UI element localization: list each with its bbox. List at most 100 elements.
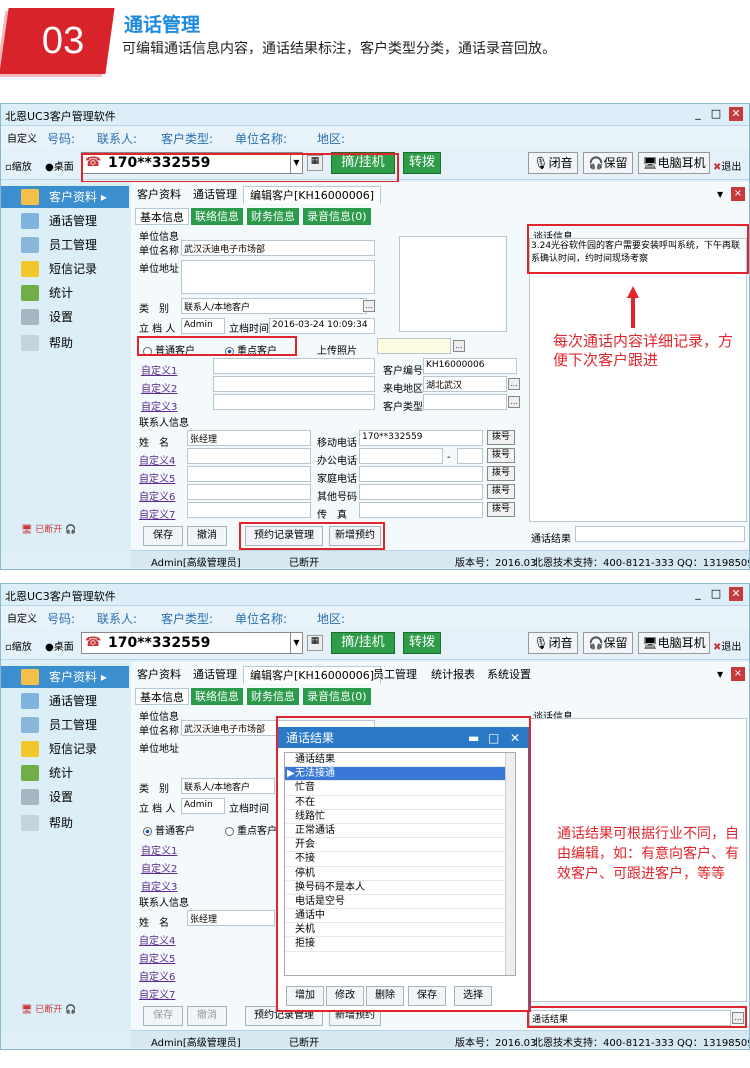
tab-reports[interactable]: 统计报表 — [425, 666, 481, 684]
tab-customers[interactable]: 客户资料 — [131, 666, 187, 684]
custom3-link[interactable]: 自定义3 — [141, 878, 177, 893]
transfer-button[interactable]: 转拨 — [403, 632, 441, 654]
custom4-link[interactable]: 自定义4 — [139, 932, 175, 947]
call-result-field[interactable] — [575, 526, 745, 542]
custom3-field[interactable] — [213, 394, 375, 410]
tab-edit-customer[interactable]: 编辑客户[KH16000006] — [243, 186, 382, 204]
sidebar-item-settings[interactable]: 设置 — [1, 786, 129, 808]
subtab-basic[interactable]: 基本信息 — [135, 208, 189, 225]
subtab-recording[interactable]: 录音信息(0) — [303, 208, 371, 225]
tab-system-settings[interactable]: 系统设置 — [481, 666, 537, 684]
custom6-field[interactable] — [187, 484, 311, 500]
filter-customer-type[interactable]: 客户类型: — [161, 130, 213, 147]
custom-filter-label[interactable]: 自定义 — [7, 130, 37, 145]
close-icon[interactable]: ✕ — [729, 107, 743, 121]
area-field[interactable]: 湖北武汉 — [423, 376, 507, 392]
sidebar-item-staff[interactable]: 员工管理 — [1, 234, 129, 256]
custom6-link[interactable]: 自定义6 — [139, 968, 175, 983]
radio-key-customer[interactable]: 重点客户 — [225, 822, 277, 837]
more-icon[interactable]: … — [508, 378, 520, 390]
tab-edit-customer[interactable]: 编辑客户[KH16000006] — [243, 666, 382, 684]
sidebar-item-help[interactable]: 帮助 — [1, 812, 129, 834]
browse-icon[interactable]: … — [453, 340, 465, 352]
desktop-toggle[interactable]: ●桌面 — [45, 638, 74, 653]
shrink-toggle[interactable]: ▫缩放 — [5, 638, 32, 653]
sidebar-item-calls[interactable]: 通话管理 — [1, 210, 129, 232]
tab-calls[interactable]: 通话管理 — [187, 666, 243, 684]
filter-number[interactable]: 号码: — [47, 130, 75, 147]
filter-area[interactable]: 地区: — [317, 610, 345, 627]
chevron-down-icon[interactable]: ▼ — [290, 633, 302, 653]
unit-address-field[interactable] — [181, 260, 375, 294]
maximize-icon[interactable]: □ — [709, 587, 723, 601]
custom7-field[interactable] — [187, 502, 311, 518]
cust-type-field[interactable] — [423, 394, 507, 410]
subtab-contact[interactable]: 联络信息 — [191, 208, 243, 225]
sidebar-item-customers[interactable]: 客户资料 ▸ — [1, 186, 129, 208]
mute-button[interactable]: 🎙闭音 — [528, 632, 578, 654]
subtab-recording[interactable]: 录音信息(0) — [303, 688, 371, 705]
exit-button[interactable]: ✖退出 — [713, 158, 741, 173]
category-field[interactable]: 联系人/本地客户 — [181, 298, 367, 314]
custom1-field[interactable] — [213, 358, 375, 374]
shrink-toggle[interactable]: ▫缩放 — [5, 158, 32, 173]
filter-unit-name[interactable]: 单位名称: — [235, 130, 287, 147]
tab-customers[interactable]: 客户资料 — [131, 186, 187, 204]
custom5-link[interactable]: 自定义5 — [139, 950, 175, 965]
save-button[interactable]: 保存 — [143, 526, 183, 546]
pc-headset-button[interactable]: 🖥电脑耳机 — [638, 632, 710, 654]
pc-headset-button[interactable]: 🖥电脑耳机 — [638, 152, 710, 174]
custom-filter-label[interactable]: 自定义 — [7, 610, 37, 625]
keypad-icon[interactable]: ▦ — [307, 635, 323, 651]
exit-button[interactable]: ✖退出 — [713, 638, 741, 653]
sidebar-item-help[interactable]: 帮助 — [1, 332, 129, 354]
close-tab-icon[interactable]: × — [731, 667, 745, 681]
more-icon[interactable]: … — [508, 396, 520, 408]
home-phone-field[interactable] — [359, 466, 483, 482]
other-number-field[interactable] — [359, 484, 483, 500]
custom1-link[interactable]: 自定义1 — [141, 842, 177, 857]
close-tab-icon[interactable]: × — [731, 187, 745, 201]
transfer-button[interactable]: 转拨 — [403, 152, 441, 174]
filter-number[interactable]: 号码: — [47, 610, 75, 627]
created-time-field[interactable]: 2016-03-24 10:09:34 — [269, 318, 375, 334]
filter-area[interactable]: 地区: — [317, 130, 345, 147]
chevron-down-icon[interactable]: ▼ — [717, 670, 723, 679]
filter-contact[interactable]: 联系人: — [97, 130, 137, 147]
cancel-button[interactable]: 撤消 — [187, 1006, 227, 1026]
custom5-field[interactable] — [187, 466, 311, 482]
subtab-finance[interactable]: 财务信息 — [247, 688, 299, 705]
sidebar-item-stats[interactable]: 统计 — [1, 762, 129, 784]
creator-field[interactable]: Admin — [181, 318, 225, 334]
photo-path-field[interactable] — [377, 338, 451, 354]
cancel-button[interactable]: 撤消 — [187, 526, 227, 546]
filter-contact[interactable]: 联系人: — [97, 610, 137, 627]
custom2-field[interactable] — [213, 376, 375, 392]
radio-normal-customer[interactable]: 普通客户 — [143, 822, 195, 837]
custom7-link[interactable]: 自定义7 — [139, 506, 175, 521]
sidebar-item-stats[interactable]: 统计 — [1, 282, 129, 304]
chevron-down-icon[interactable]: ▼ — [717, 190, 723, 199]
filter-customer-type[interactable]: 客户类型: — [161, 610, 213, 627]
dial-home-button[interactable]: 拨号 — [487, 466, 515, 481]
pickup-hangup-button[interactable]: 摘/挂机 — [331, 632, 395, 654]
minimize-icon[interactable]: _ — [691, 107, 705, 121]
hold-button[interactable]: 🎧保留 — [583, 632, 633, 654]
subtab-finance[interactable]: 财务信息 — [247, 208, 299, 225]
sidebar-item-staff[interactable]: 员工管理 — [1, 714, 129, 736]
fax-field[interactable] — [359, 502, 483, 518]
sidebar-item-sms[interactable]: 短信记录 — [1, 258, 129, 280]
subtab-basic[interactable]: 基本信息 — [135, 688, 189, 705]
custom2-link[interactable]: 自定义2 — [141, 380, 177, 395]
sidebar-item-customers[interactable]: 客户资料 ▸ — [1, 666, 129, 688]
custom3-link[interactable]: 自定义3 — [141, 398, 177, 413]
custom7-link[interactable]: 自定义7 — [139, 986, 175, 1001]
custom6-link[interactable]: 自定义6 — [139, 488, 175, 503]
dial-other-button[interactable]: 拨号 — [487, 484, 515, 499]
office-ext-field[interactable] — [457, 448, 483, 464]
desktop-toggle[interactable]: ●桌面 — [45, 158, 74, 173]
save-button[interactable]: 保存 — [143, 1006, 183, 1026]
filter-unit-name[interactable]: 单位名称: — [235, 610, 287, 627]
category-field[interactable]: 联系人/本地客户 — [181, 778, 275, 794]
dial-office-button[interactable]: 拨号 — [487, 448, 515, 463]
